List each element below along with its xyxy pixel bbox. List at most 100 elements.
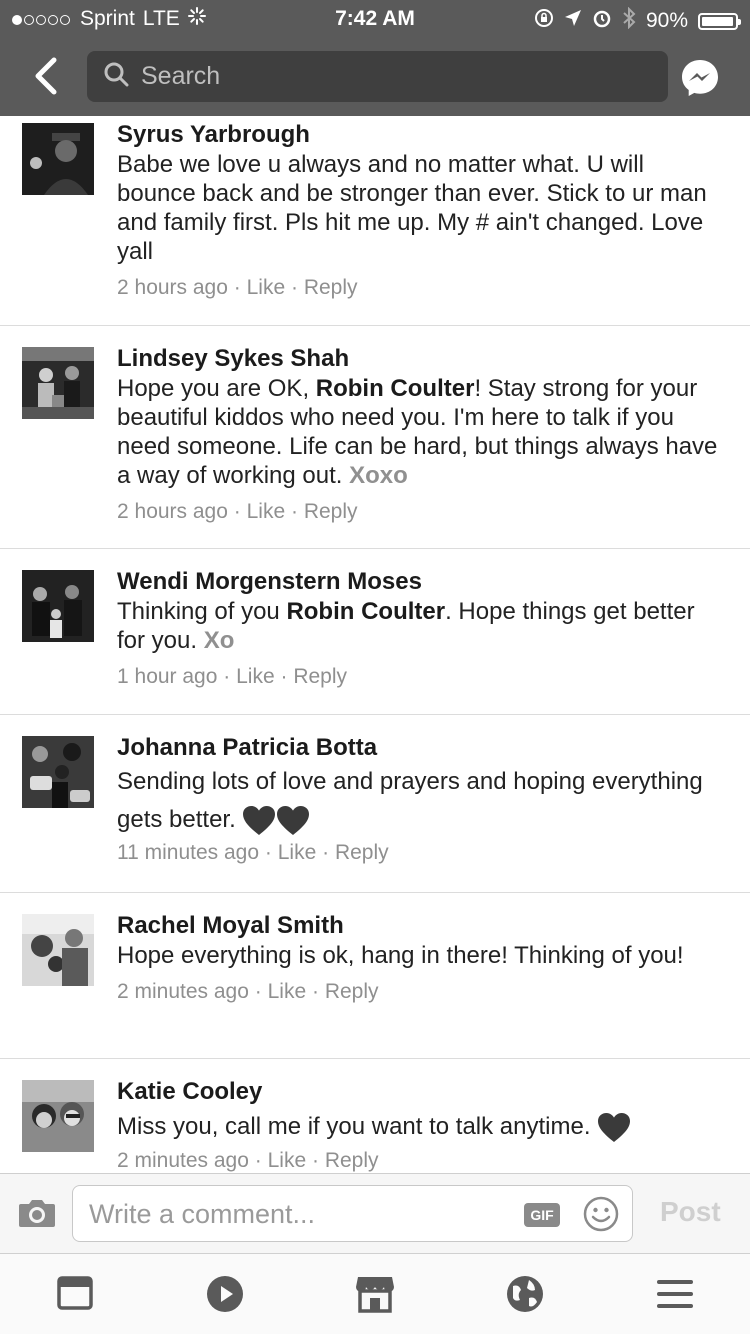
mention-link[interactable]: Robin Coulter [286, 598, 445, 625]
comments-list[interactable]: Syrus Yarbrough Babe we love u always an… [0, 116, 750, 1173]
status-bar: Sprint LTE 7:42 AM 90% [0, 0, 750, 38]
comment-meta: 2 minutes ago · Like · Reply [117, 1149, 726, 1173]
smiley-icon [583, 1196, 619, 1232]
avatar[interactable] [22, 347, 94, 419]
reply-link[interactable]: Reply [335, 841, 389, 864]
comment-composer: GIF Post [0, 1173, 750, 1254]
like-link[interactable]: Like [268, 1149, 307, 1172]
comment-author[interactable]: Katie Cooley [117, 1077, 726, 1107]
meta-separator: · [233, 500, 241, 523]
like-link[interactable]: Like [247, 500, 286, 523]
messenger-button[interactable] [680, 58, 720, 98]
news-feed-icon [57, 1276, 93, 1310]
comment-input[interactable] [87, 1196, 511, 1232]
comment-item: Rachel Moyal Smith Hope everything is ok… [0, 893, 750, 1059]
search-icon [103, 61, 129, 92]
bluetooth-icon [622, 6, 636, 35]
meta-separator: · [254, 1149, 262, 1172]
avatar[interactable] [22, 123, 94, 195]
comment-item: Lindsey Sykes Shah Hope you are OK, Robi… [0, 326, 750, 549]
like-link[interactable]: Like [278, 841, 317, 864]
meta-separator: · [311, 1149, 319, 1172]
camera-button[interactable] [18, 1198, 56, 1233]
comment-author[interactable]: Wendi Morgenstern Moses [117, 567, 726, 597]
back-button[interactable] [28, 56, 68, 96]
comment-time: 2 minutes ago [117, 1149, 249, 1172]
reply-link[interactable]: Reply [304, 500, 358, 523]
comment-text-part: Thinking of you [117, 598, 287, 625]
tab-bar [0, 1253, 750, 1334]
comment-meta: 2 minutes ago · Like · Reply [117, 980, 726, 1004]
nav-bar: Search [0, 38, 750, 116]
meta-separator: · [233, 276, 241, 299]
black-heart-emoji-icon [598, 1112, 631, 1142]
comment-text: Babe we love u always and no matter what… [117, 151, 707, 265]
comment-meta: 2 hours ago · Like · Reply [117, 500, 726, 524]
menu-icon [657, 1280, 693, 1308]
meta-separator: · [254, 980, 262, 1003]
camera-icon [19, 1200, 55, 1227]
avatar[interactable] [22, 914, 94, 986]
meta-separator: · [280, 665, 288, 688]
comment-item: Wendi Morgenstern Moses Thinking of you … [0, 549, 750, 715]
comment-text: Hope everything is ok, hang in there! Th… [117, 942, 684, 969]
tab-marketplace[interactable] [355, 1274, 395, 1314]
comment-author[interactable]: Syrus Yarbrough [117, 120, 726, 150]
meta-separator: · [311, 980, 319, 1003]
comment-text: Miss you, call me if you want to talk an… [117, 1107, 726, 1147]
meta-separator: · [322, 841, 330, 864]
post-button[interactable]: Post [660, 1196, 721, 1228]
comment-signoff: Xo [203, 627, 235, 654]
comment-meta: 2 hours ago · Like · Reply [117, 276, 726, 300]
black-heart-emoji-icon [277, 805, 310, 835]
comment-text-part: Miss you, call me if you want to talk an… [117, 1113, 591, 1140]
black-heart-emoji-icon [243, 805, 276, 835]
comment-text-part: Sending lots of love and prayers and hop… [117, 768, 703, 833]
tab-video[interactable] [205, 1274, 245, 1314]
like-link[interactable]: Like [236, 665, 275, 688]
reply-link[interactable]: Reply [325, 980, 379, 1003]
battery-percent: 90% [645, 9, 688, 32]
back-chevron-icon [35, 57, 57, 95]
marketplace-icon [356, 1277, 394, 1313]
comment-text: Thinking of you Robin Coulter. Hope thin… [117, 597, 726, 655]
comment-meta: 11 minutes ago · Like · Reply [117, 841, 726, 865]
comment-item: Johanna Patricia Botta Sending lots of l… [0, 715, 750, 893]
emoji-button[interactable] [583, 1196, 619, 1237]
avatar[interactable] [22, 736, 94, 808]
meta-separator: · [290, 500, 298, 523]
comment-input-box: GIF [72, 1185, 633, 1242]
tab-notifications-globe[interactable] [505, 1274, 545, 1314]
comment-text-part: Hope you are OK, [117, 375, 316, 402]
reply-link[interactable]: Reply [293, 665, 347, 688]
comment-text: Sending lots of love and prayers and hop… [117, 763, 726, 839]
battery-icon [698, 12, 741, 30]
comment-author[interactable]: Rachel Moyal Smith [117, 911, 726, 941]
reply-link[interactable]: Reply [304, 276, 358, 299]
messenger-icon [682, 60, 718, 96]
reply-link[interactable]: Reply [325, 1149, 379, 1172]
like-link[interactable]: Like [268, 980, 307, 1003]
like-link[interactable]: Like [247, 276, 286, 299]
comment-text: Hope you are OK, Robin Coulter! Stay str… [117, 374, 726, 490]
comment-time: 11 minutes ago [117, 841, 260, 864]
search-bar[interactable]: Search [87, 51, 668, 102]
comment-meta: 1 hour ago · Like · Reply [117, 665, 726, 689]
location-arrow-icon [564, 9, 582, 33]
comment-item: Katie Cooley Miss you, call me if you wa… [0, 1059, 750, 1173]
avatar[interactable] [22, 570, 94, 642]
avatar[interactable] [22, 1080, 94, 1152]
comment-time: 1 hour ago [117, 665, 218, 688]
tab-menu[interactable] [655, 1274, 695, 1314]
globe-icon [507, 1276, 543, 1312]
tab-news-feed[interactable] [56, 1274, 96, 1314]
alarm-icon [592, 8, 612, 34]
meta-separator: · [223, 665, 231, 688]
comment-time: 2 hours ago [117, 500, 228, 523]
mention-link[interactable]: Robin Coulter [316, 375, 475, 402]
comment-author[interactable]: Lindsey Sykes Shah [117, 344, 726, 374]
gif-button[interactable]: GIF [524, 1203, 560, 1227]
comment-author[interactable]: Johanna Patricia Botta [117, 733, 726, 763]
meta-separator: · [290, 276, 298, 299]
comment-time: 2 minutes ago [117, 980, 249, 1003]
